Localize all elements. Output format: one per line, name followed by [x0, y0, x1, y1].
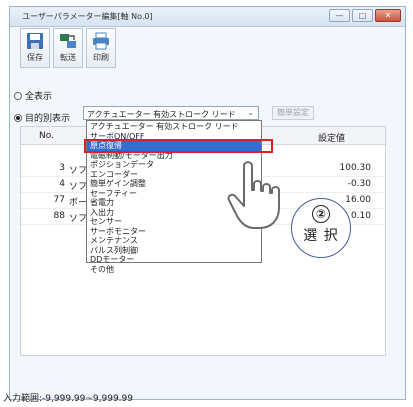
highlight-annotation-box — [84, 139, 273, 153]
simple-setting-button[interactable]: 簡単設定 — [272, 106, 314, 120]
row-no: 88 — [53, 211, 65, 221]
step-text: 選 択 — [303, 228, 339, 244]
category-select-value: アクチュエーター 有効ストローク リード — [87, 110, 236, 119]
column-value: 設定値 — [317, 134, 345, 144]
transfer-label: 転送 — [60, 53, 76, 62]
step-callout: ② 選 択 — [291, 198, 351, 258]
maximize-button[interactable]: □ — [352, 9, 373, 22]
all-view-label: 全表示 — [25, 92, 53, 102]
row-value[interactable]: 100.30 — [340, 163, 372, 173]
close-button[interactable]: ✕ — [375, 9, 401, 22]
print-label: 印刷 — [93, 53, 109, 62]
print-button[interactable]: 印刷 — [86, 28, 116, 68]
all-view-radio[interactable]: 全表示 — [14, 89, 52, 102]
pointing-hand-icon — [227, 161, 280, 229]
dropdown-item[interactable]: アクチュエーター 有効ストローク リード — [87, 122, 261, 132]
floppy-disk-icon — [27, 33, 43, 49]
radio-circle[interactable] — [14, 91, 22, 100]
input-range-status: 入力範囲:-9,999.99~9,999.99 — [3, 394, 133, 404]
row-value[interactable]: 16.00 — [345, 195, 371, 205]
dropdown-item[interactable]: パルス列制御 — [87, 246, 261, 256]
transfer-button[interactable]: 転送 — [53, 28, 83, 68]
radio-circle[interactable] — [14, 113, 22, 122]
dropdown-item[interactable]: その他 — [87, 265, 261, 275]
transfer-icon — [60, 34, 76, 48]
row-no: 77 — [53, 195, 65, 205]
step-number: ② — [312, 205, 330, 223]
purpose-view-radio[interactable]: 目的別表示 — [14, 111, 70, 124]
window-title: ユーザーパラメーター編集[軸 No.0] — [22, 12, 153, 21]
dropdown-item[interactable]: DDモーター — [87, 255, 261, 265]
chevron-down-icon[interactable]: ⌄ — [247, 108, 254, 117]
save-button[interactable]: 保存 — [20, 28, 50, 68]
row-no: 4 — [59, 179, 65, 189]
toolbar: 保存 転送 印刷 — [20, 28, 116, 68]
column-no: No. — [39, 131, 54, 141]
row-value[interactable]: -0.30 — [348, 179, 371, 189]
dropdown-item[interactable]: メンテナンス — [87, 236, 261, 246]
title-bar: ユーザーパラメーター編集[軸 No.0] — □ ✕ — [10, 7, 405, 27]
minimize-button[interactable]: — — [329, 9, 350, 22]
row-no: 3 — [59, 163, 65, 173]
row-value[interactable]: 0.10 — [351, 211, 371, 221]
purpose-view-label: 目的別表示 — [25, 114, 71, 124]
printer-icon — [93, 32, 109, 50]
save-label: 保存 — [27, 53, 43, 62]
category-select[interactable]: アクチュエーター 有効ストローク リード ⌄ — [83, 106, 259, 120]
